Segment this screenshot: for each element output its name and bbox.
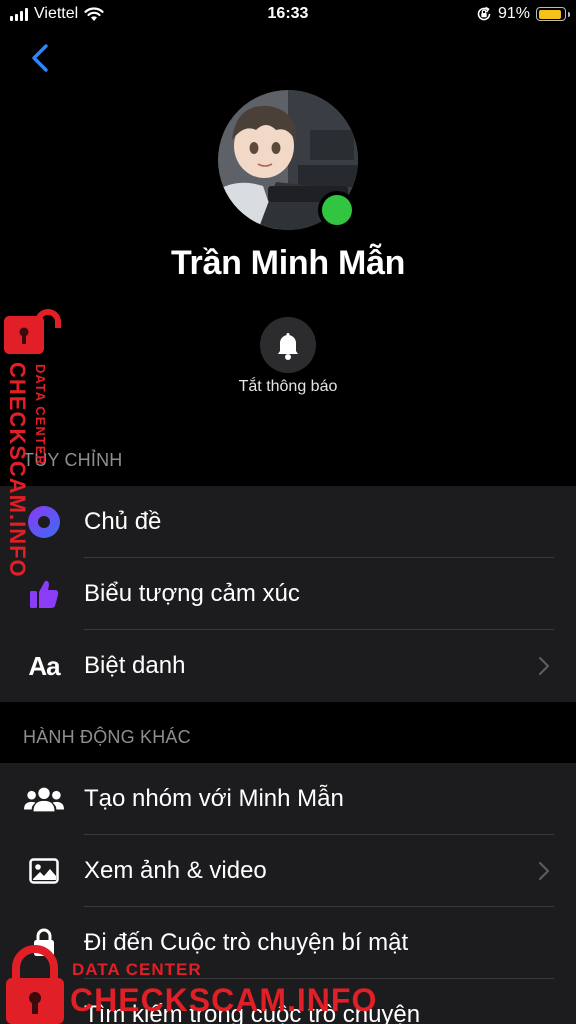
view-media-label: Xem ảnh & video	[84, 857, 267, 884]
thumbs-up-icon	[24, 576, 64, 612]
nickname-icon: Aa	[28, 650, 60, 681]
back-button[interactable]	[26, 40, 56, 76]
people-icon	[24, 781, 64, 817]
watermark-site: CHECKSCAM.INFO	[70, 982, 378, 1018]
watermark-datacenter-vertical: DATA CENTER	[33, 364, 48, 466]
online-status-indicator	[318, 191, 356, 229]
mute-notifications-button[interactable]	[260, 317, 316, 373]
mute-notifications-label: Tắt thông báo	[238, 378, 338, 395]
chevron-right-icon	[539, 862, 549, 880]
status-bar: Viettel 16:33 91%	[0, 0, 576, 30]
watermark-site-vertical: CHECKSCAM.INFO	[5, 362, 30, 578]
watermark-datacenter: DATA CENTER	[72, 960, 202, 979]
emoji-row[interactable]: Biểu tượng cảm xúc	[0, 558, 576, 630]
customize-group: Chủ đề Biểu tượng cảm xúc Aa Biệt danh	[0, 486, 576, 702]
more-actions-section-header: HÀNH ĐỘNG KHÁC	[23, 727, 191, 747]
profile-name: Trần Minh Mẫn	[170, 244, 406, 282]
chevron-right-icon	[539, 657, 549, 675]
status-right: 91%	[476, 5, 570, 23]
emoji-label: Biểu tượng cảm xúc	[84, 580, 300, 607]
orientation-lock-icon	[477, 6, 491, 21]
watermark-lock-icon	[6, 945, 64, 1024]
battery-percent: 91%	[497, 5, 530, 22]
view-media-row[interactable]: Xem ảnh & video	[0, 835, 576, 907]
nickname-label: Biệt danh	[84, 652, 186, 679]
theme-icon	[24, 504, 64, 540]
secret-conversation-label: Đi đến Cuộc trò chuyện bí mật	[84, 929, 409, 956]
chevron-left-icon	[32, 44, 48, 72]
nickname-row[interactable]: Aa Biệt danh	[0, 630, 576, 702]
watermark-lock-icon	[4, 309, 61, 354]
create-group-label: Tạo nhóm với Minh Mẫn	[84, 785, 344, 812]
theme-row[interactable]: Chủ đề	[0, 486, 576, 558]
battery-icon	[536, 7, 570, 21]
bell-icon	[278, 333, 298, 360]
photo-icon	[24, 853, 64, 889]
theme-label: Chủ đề	[84, 508, 162, 535]
conversation-settings-screen: Viettel 16:33 91% Trần Minh Mẫn Tắt thôn…	[0, 0, 576, 1024]
create-group-row[interactable]: Tạo nhóm với Minh Mẫn	[0, 763, 576, 835]
